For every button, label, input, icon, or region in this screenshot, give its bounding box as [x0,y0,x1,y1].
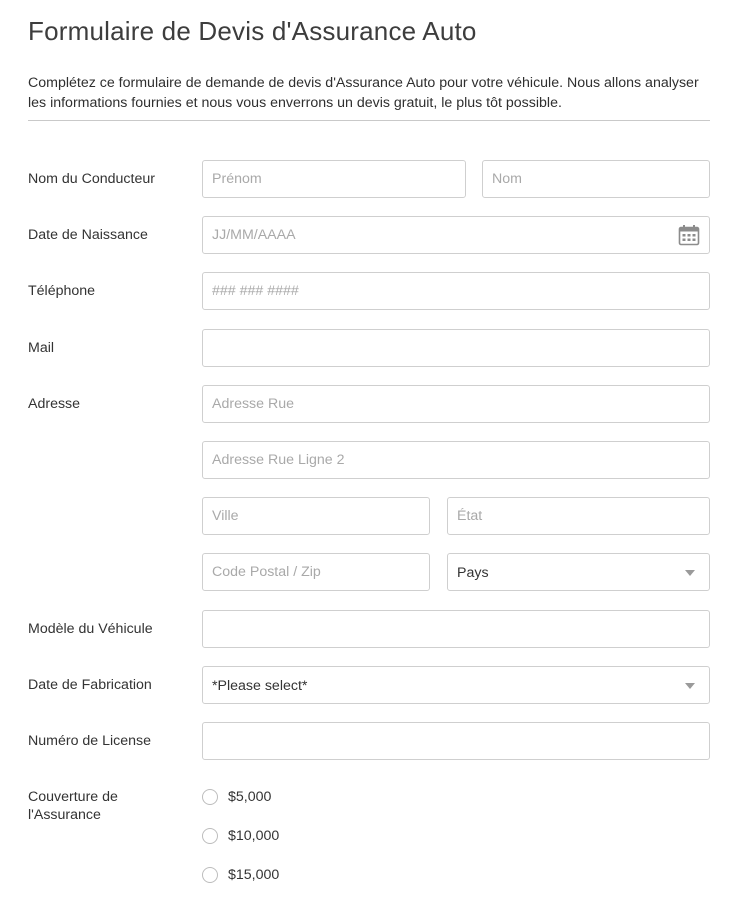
state-input[interactable] [447,497,710,535]
chevron-down-icon [685,683,695,689]
street-line2-input[interactable] [202,441,710,479]
country-select-value: Pays [457,565,489,581]
driver-name-label: Nom du Conducteur [28,171,155,187]
coverage-option-label: $15,000 [228,867,280,883]
vehicle-model-input[interactable] [202,610,710,648]
coverage-option-label: $10,000 [228,828,280,844]
mail-input[interactable] [202,329,710,367]
zip-input[interactable] [202,553,430,591]
address-label: Adresse [28,396,81,412]
city-input[interactable] [202,497,430,535]
street-input[interactable] [202,385,710,423]
first-name-input[interactable] [202,160,466,198]
coverage-label: Couverture de l'Assurance [28,789,118,823]
manufacture-date-label: Date de Fabrication [28,677,152,693]
form-description: Complétez ce formulaire de demande de de… [28,75,699,111]
vehicle-model-label: Modèle du Véhicule [28,621,153,637]
birth-date-label: Date de Naissance [28,227,148,243]
coverage-option-label: $5,000 [228,789,272,805]
radio-button[interactable] [202,828,218,844]
manufacture-date-select[interactable]: *Please select* [202,666,710,704]
calendar-icon[interactable] [678,224,700,246]
radio-button[interactable] [202,867,218,883]
license-number-label: Numéro de License [28,733,152,749]
country-select[interactable]: Pays [447,553,710,591]
mail-label: Mail [28,340,55,356]
form-title: Formulaire de Devis d'Assurance Auto [28,16,477,46]
header-divider [28,120,710,121]
phone-input[interactable] [202,272,710,310]
manufacture-date-select-value: *Please select* [212,678,308,694]
radio-button[interactable] [202,789,218,805]
license-number-input[interactable] [202,722,710,760]
birth-date-input[interactable] [202,216,710,254]
chevron-down-icon [685,570,695,576]
phone-label: Téléphone [28,283,96,299]
last-name-input[interactable] [482,160,710,198]
